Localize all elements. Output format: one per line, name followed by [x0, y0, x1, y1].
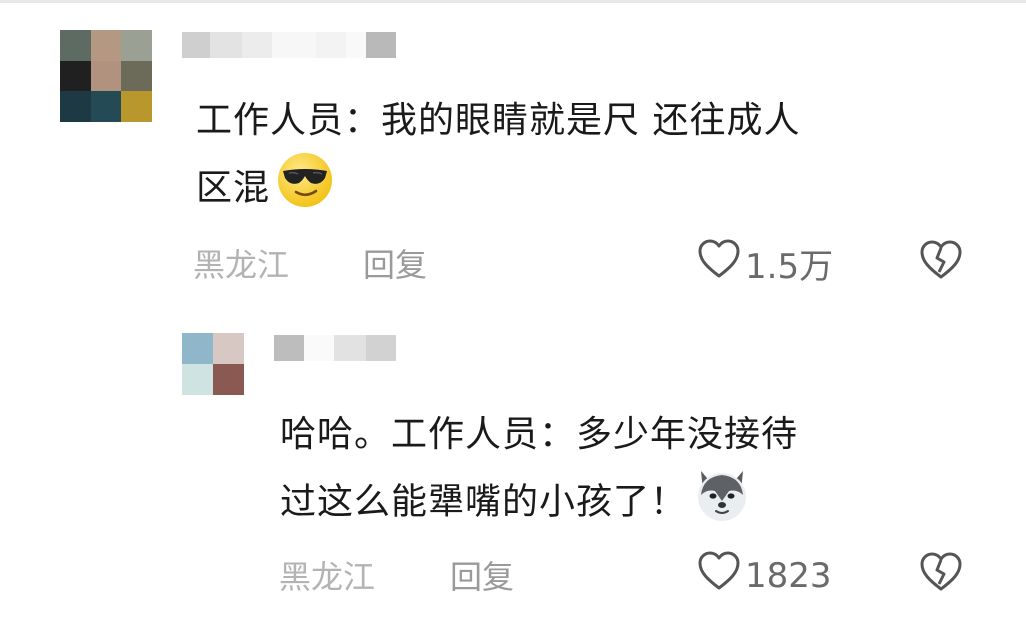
comment-text-tail: 区混	[196, 167, 271, 209]
reply-button[interactable]: 回复	[363, 240, 427, 286]
comment-text: 工作人员：我的眼睛就是尺 还往成人 区混	[196, 91, 800, 228]
like-count: 1.5万	[745, 247, 834, 287]
dislike-button[interactable]	[918, 550, 964, 598]
avatar[interactable]	[60, 30, 152, 122]
reply-button[interactable]: 回复	[450, 552, 514, 598]
location-label: 黑龙江	[279, 558, 376, 596]
comment-text-line: 工作人员：我的眼睛就是尺 还往成人	[196, 100, 801, 141]
comment-text-line: 哈哈。工作人员：多少年没接待	[280, 414, 799, 455]
location-label: 黑龙江	[193, 246, 290, 284]
top-divider	[0, 0, 1026, 3]
like-button[interactable]: 1.5万	[697, 238, 833, 289]
heart-outline-icon	[697, 238, 741, 289]
husky-dog-emoji	[693, 465, 751, 542]
comment-text: 哈哈。工作人员：多少年没接待 过这么能犟嘴的小孩了！	[280, 405, 798, 542]
like-count: 1823	[745, 555, 832, 596]
heart-outline-icon	[697, 550, 741, 601]
comment-text-tail: 过这么能犟嘴的小孩了！	[280, 481, 688, 523]
username[interactable]	[182, 32, 396, 58]
comment-text-line: 过这么能犟嘴的小孩了！	[280, 465, 798, 542]
avatar[interactable]	[182, 333, 244, 395]
sunglasses-face-emoji	[276, 151, 334, 228]
comment-text-line: 区混	[196, 151, 800, 228]
username[interactable]	[274, 335, 396, 361]
broken-heart-icon	[918, 552, 964, 598]
like-button[interactable]: 1823	[697, 550, 832, 601]
broken-heart-icon	[918, 240, 964, 286]
dislike-button[interactable]	[918, 238, 964, 286]
